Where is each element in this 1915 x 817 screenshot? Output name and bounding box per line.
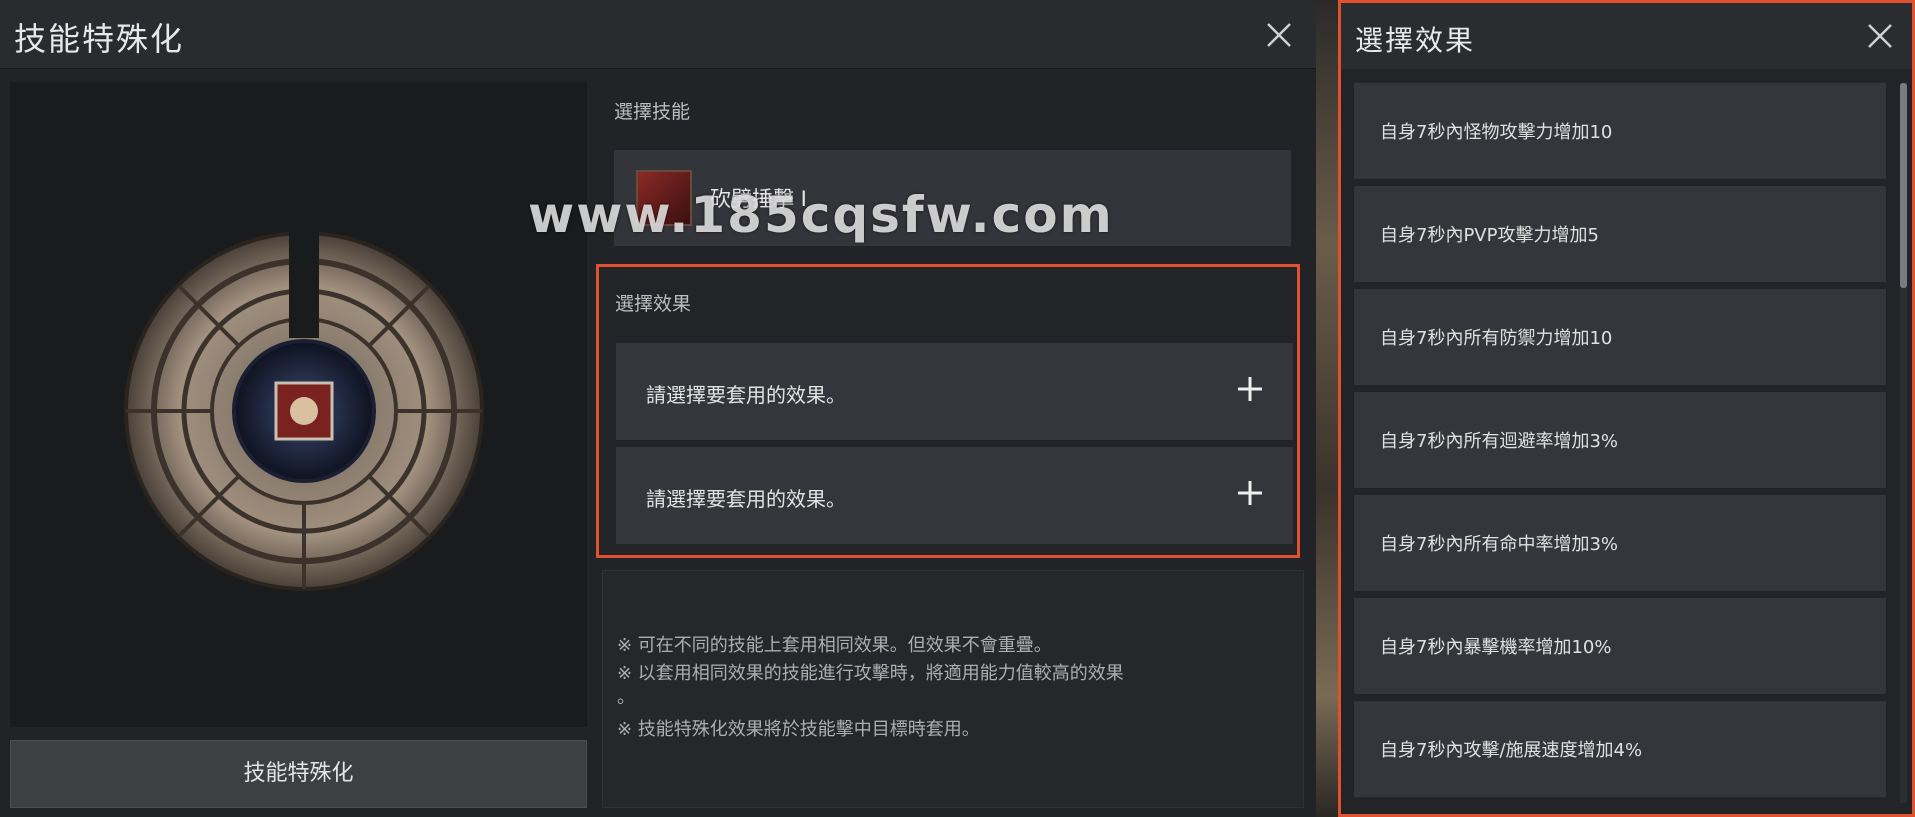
effect-option[interactable]: 自身7秒內所有防禦力增加10 — [1354, 289, 1886, 385]
select-skill-label: 選擇技能 — [614, 101, 691, 123]
effect-option[interactable]: 自身7秒內怪物攻擊力增加10 — [1354, 83, 1886, 179]
specialize-button[interactable]: 技能特殊化 — [10, 740, 587, 808]
plus-icon — [1238, 377, 1262, 401]
effect-option-text: 自身7秒內所有命中率增加3% — [1380, 534, 1619, 555]
effect-window-title: 選擇效果 — [1355, 24, 1476, 57]
note-line-3: 。 — [617, 687, 635, 708]
window-title: 技能特殊化 — [14, 20, 185, 58]
effect-slot-text: 請選擇要套用的效果。 — [646, 383, 846, 407]
effect-option-text: 自身7秒內PVP攻擊力增加5 — [1380, 225, 1599, 246]
effect-option-text: 自身7秒內所有迴避率增加3% — [1380, 431, 1619, 452]
effect-option-text: 自身7秒內所有防禦力增加10 — [1380, 328, 1613, 349]
select-effect-window: 選擇效果 自身7秒內怪物攻擊力增加10 自身7秒內PVP攻擊力增加5 自身7秒內… — [1338, 0, 1915, 817]
effect-option[interactable]: 自身7秒內攻擊/施展速度增加4% — [1354, 701, 1886, 797]
effect-close-button[interactable] — [1861, 17, 1899, 55]
effect-option[interactable]: 自身7秒內暴擊機率增加10% — [1354, 598, 1886, 694]
effect-list-scrollbar[interactable] — [1900, 83, 1907, 803]
skill-preview-panel — [10, 82, 587, 727]
note-line-4: ※ 技能特殊化效果將於技能擊中目標時套用。 — [617, 719, 980, 740]
effect-option[interactable]: 自身7秒內所有迴避率增加3% — [1354, 392, 1886, 488]
scrollbar-thumb[interactable] — [1900, 83, 1907, 288]
effect-option-text: 自身7秒內怪物攻擊力增加10 — [1380, 122, 1613, 143]
note-line-1: ※ 可在不同的技能上套用相同效果。但效果不會重疊。 — [617, 635, 1052, 656]
close-icon — [1267, 23, 1291, 47]
select-effect-label: 選擇效果 — [615, 293, 692, 315]
notes-panel: ※ 可在不同的技能上套用相同效果。但效果不會重疊。 ※ 以套用相同效果的技能進行… — [602, 570, 1304, 808]
game-background — [1316, 0, 1338, 817]
skill-specialization-window: 技能特殊化 技能特殊化 選擇技能 砍劈捶擊 I 選擇效果 請選擇要套用的效果。 … — [0, 0, 1316, 817]
watermark-text: www.185cqsfw.com — [528, 186, 1114, 244]
note-line-2: ※ 以套用相同效果的技能進行攻擊時，將適用能力值較高的效果 — [617, 663, 1124, 684]
close-icon — [1868, 24, 1892, 48]
effect-option[interactable]: 自身7秒內PVP攻擊力增加5 — [1354, 186, 1886, 282]
effect-option-text: 自身7秒內暴擊機率增加10% — [1380, 637, 1612, 658]
specialization-emblem-icon — [124, 228, 484, 591]
title-bar: 技能特殊化 — [0, 0, 1316, 69]
effect-slot-2[interactable]: 請選擇要套用的效果。 — [616, 447, 1293, 544]
effect-option[interactable]: 自身7秒內所有命中率增加3% — [1354, 495, 1886, 591]
effect-selection-box: 選擇效果 請選擇要套用的效果。 請選擇要套用的效果。 — [596, 264, 1300, 558]
effect-title-bar: 選擇效果 — [1341, 3, 1912, 69]
close-button[interactable] — [1260, 16, 1298, 54]
effect-option-text: 自身7秒內攻擊/施展速度增加4% — [1380, 740, 1643, 761]
effect-slot-1[interactable]: 請選擇要套用的效果。 — [616, 343, 1293, 440]
effect-slot-text: 請選擇要套用的效果。 — [646, 487, 846, 511]
plus-icon — [1238, 481, 1262, 505]
